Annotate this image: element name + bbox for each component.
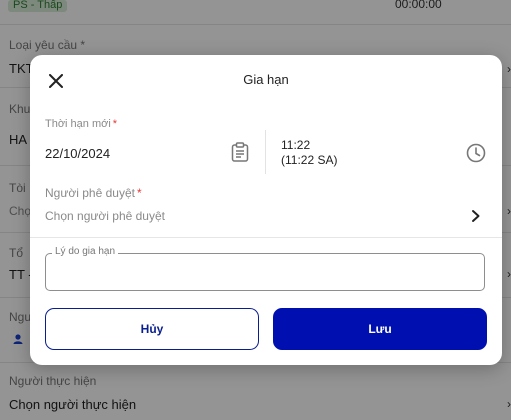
date-field[interactable]: 22/10/2024 (45, 146, 110, 161)
extend-deadline-dialog: Gia hạn Thời hạn mới * 22/10/2024 11:22 (… (30, 55, 502, 365)
approver-label: Người phê duyệt * (45, 186, 142, 200)
dialog-title: Gia hạn (243, 72, 289, 87)
divider (30, 237, 502, 238)
clock-icon[interactable] (466, 143, 486, 163)
reason-input[interactable] (45, 253, 485, 291)
save-button[interactable]: Lưu (273, 308, 487, 350)
time-field[interactable]: 11:22 (11:22 SA) (281, 138, 337, 168)
required-mark: * (136, 186, 142, 200)
divider (265, 130, 266, 174)
required-mark: * (112, 118, 118, 130)
new-deadline-label: Thời hạn mới * (45, 118, 118, 130)
reason-label: Lý do gia hạn (52, 246, 119, 257)
approver-select[interactable]: Chọn người phê duyệt (45, 209, 165, 223)
calendar-icon[interactable] (231, 142, 249, 162)
cancel-button[interactable]: Hủy (45, 308, 259, 350)
chevron-right-icon[interactable] (470, 209, 482, 223)
